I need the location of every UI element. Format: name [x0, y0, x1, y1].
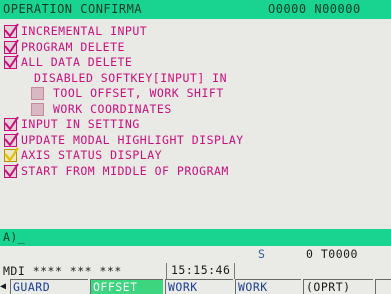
setting-label: UPDATE MODAL HIGHLIGHT DISPLAY	[21, 132, 244, 147]
setting-label: START FROM MIDDLE OF PROGRAM	[21, 163, 229, 178]
softkey-next[interactable]	[375, 279, 391, 294]
key-input-line[interactable]: A)_	[0, 229, 391, 246]
setting-label: INCREMENTAL INPUT	[21, 24, 148, 38]
setting-all-data-delete[interactable]: ALL DATA DELETE	[0, 54, 391, 71]
spindle-label: S	[258, 247, 266, 261]
title-bar: OPERATION CONFIRMA O0000 N00000	[0, 0, 391, 19]
unchecked-checkbox-icon[interactable]	[31, 87, 44, 100]
screen-title: OPERATION CONFIRMA	[3, 2, 143, 16]
program-number: O0000 N00000	[268, 2, 361, 16]
setting-update-modal-highlight[interactable]: UPDATE MODAL HIGHLIGHT DISPLAY	[0, 131, 391, 149]
checked-checkbox-icon[interactable]	[4, 38, 19, 54]
setting-label: PROGRAM DELETE	[21, 39, 125, 54]
setting-label: WORK COORDINATES	[53, 101, 172, 116]
setting-label: INPUT IN SETTING	[21, 117, 140, 131]
setting-axis-status-display[interactable]: AXIS STATUS DISPLAY	[0, 147, 391, 164]
setting-label: ALL DATA DELETE	[21, 55, 133, 69]
clock: 15:15:46	[166, 263, 236, 279]
setting-label: DISABLED SOFTKEY[INPUT] IN	[34, 70, 228, 85]
left-arrow-icon[interactable]: ◀	[0, 279, 10, 294]
softkey-guard[interactable]: GUARD	[10, 279, 88, 294]
setting-work-coordinates[interactable]: WORK COORDINATES	[0, 102, 391, 118]
unchecked-checkbox-icon[interactable]	[31, 102, 44, 116]
status-area: S 0 T0000 MDI **** *** *** 15:15:46	[0, 246, 391, 279]
setting-tool-offset-work-shift[interactable]: TOOL OFFSET, WORK SHIFT	[0, 86, 391, 102]
softkey-offset[interactable]: OFFSET	[90, 279, 163, 294]
mode-indicator: MDI **** *** ***	[3, 264, 122, 278]
softkey-bar: ◀ GUARD OFFSET WORK WORK (OPRT)	[0, 279, 391, 294]
checked-checkbox-icon[interactable]	[4, 116, 19, 131]
setting-disabled-softkey-heading: DISABLED SOFTKEY[INPUT] IN	[0, 71, 391, 87]
setting-label: AXIS STATUS DISPLAY	[21, 148, 163, 162]
checked-checkbox-icon[interactable]	[4, 131, 19, 147]
checked-checkbox-icon[interactable]	[4, 23, 19, 38]
checked-checkbox-icon[interactable]	[4, 54, 19, 69]
setting-label: TOOL OFFSET, WORK SHIFT	[53, 86, 224, 100]
setting-program-delete[interactable]: PROGRAM DELETE	[0, 38, 391, 56]
checked-checkbox-icon[interactable]	[4, 162, 19, 178]
tool-number: 0 T0000	[306, 247, 358, 261]
cnc-screen: OPERATION CONFIRMA O0000 N00000 INCREMEN…	[0, 0, 391, 294]
input-buffer: A)_	[3, 230, 26, 244]
setting-input-in-setting[interactable]: INPUT IN SETTING	[0, 116, 391, 133]
softkey-oprt[interactable]: (OPRT)	[303, 279, 373, 294]
focused-checked-checkbox-icon[interactable]	[4, 147, 19, 162]
softkey-work-2[interactable]: WORK	[235, 279, 301, 294]
setting-incremental-input[interactable]: INCREMENTAL INPUT	[0, 23, 391, 40]
softkey-work[interactable]: WORK	[165, 279, 233, 294]
setting-start-from-middle[interactable]: START FROM MIDDLE OF PROGRAM	[0, 162, 391, 180]
settings-list: INCREMENTAL INPUT PROGRAM DELETE ALL DAT…	[0, 23, 391, 180]
